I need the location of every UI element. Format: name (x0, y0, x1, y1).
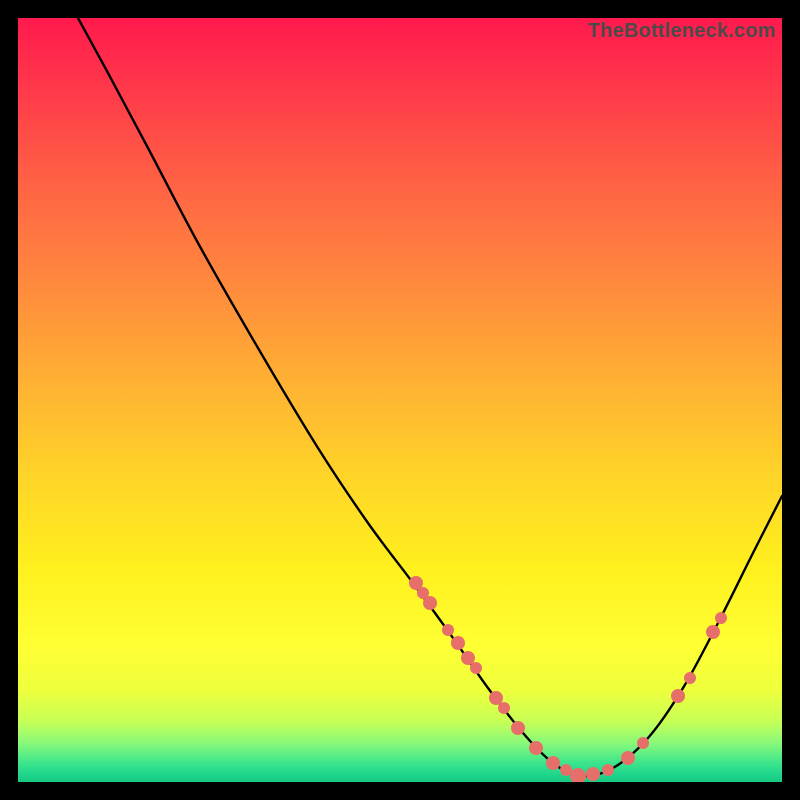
curve-marker (470, 662, 482, 674)
curve-marker (621, 751, 635, 765)
curve-marker (511, 721, 525, 735)
curve-marker (451, 636, 465, 650)
curve-marker (442, 624, 454, 636)
watermark-text: TheBottleneck.com (588, 20, 776, 43)
curve-marker (602, 764, 614, 776)
curve-marker (715, 612, 727, 624)
curve-marker (684, 672, 696, 684)
curve-marker (560, 764, 572, 776)
curve-marker (498, 702, 510, 714)
curve-marker (671, 689, 685, 703)
chart-frame: TheBottleneck.com (18, 18, 782, 782)
curve-marker (423, 596, 437, 610)
curve-marker (529, 741, 543, 755)
curve-marker (637, 737, 649, 749)
curve-markers (409, 576, 727, 782)
curve-marker (586, 767, 600, 781)
curve-marker (546, 756, 560, 770)
curve-svg (18, 18, 782, 782)
curve-marker (570, 768, 586, 782)
curve-marker (706, 625, 720, 639)
bottleneck-curve (78, 18, 782, 776)
